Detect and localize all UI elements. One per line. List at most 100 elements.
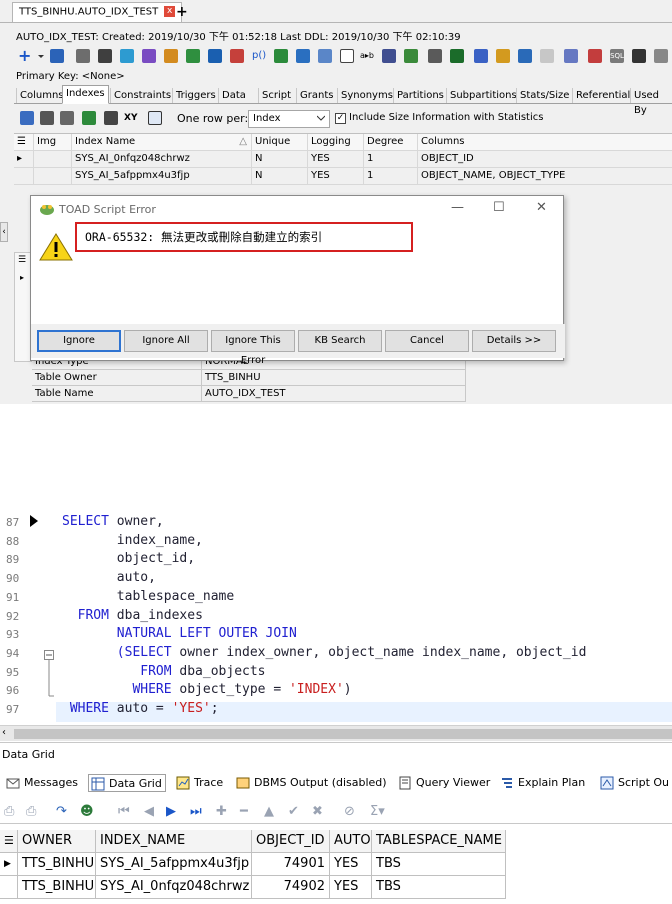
delete-record-icon[interactable]: ━ <box>240 804 248 819</box>
save-icon[interactable] <box>40 111 54 125</box>
window-icon[interactable] <box>632 49 646 63</box>
tools-icon[interactable] <box>428 49 442 63</box>
compile-icon[interactable] <box>142 49 156 63</box>
ignore-button[interactable]: Ignore <box>37 330 121 352</box>
users-icon[interactable]: ☻ <box>80 804 94 819</box>
tab-query-viewer[interactable]: Query Viewer <box>396 774 490 792</box>
funnel-icon[interactable] <box>404 49 418 63</box>
col-header-tablespace-name[interactable]: TABLESPACE_NAME <box>372 830 506 853</box>
close-icon[interactable]: ✕ <box>536 200 547 215</box>
filter-icon[interactable] <box>450 49 464 63</box>
tab-data[interactable]: Data <box>218 88 249 103</box>
first-record-icon[interactable]: ⏮ <box>118 804 130 819</box>
more-icon[interactable] <box>654 49 668 63</box>
col-header-img[interactable]: Img <box>34 134 72 151</box>
close-tab-icon[interactable]: x <box>164 6 176 17</box>
export-icon[interactable] <box>540 49 554 63</box>
table-row[interactable]: SYS_AI_5afppmx4u3fjp N YES 1 OBJECT_NAME… <box>14 168 672 185</box>
people-icon[interactable] <box>208 49 222 63</box>
script-icon[interactable] <box>60 111 74 125</box>
next-record-icon[interactable]: ▶ <box>166 804 176 819</box>
stats-icon[interactable] <box>104 111 118 125</box>
users-icon[interactable] <box>274 49 288 63</box>
scroll-left-icon[interactable]: ‹ <box>0 222 8 242</box>
tab-script[interactable]: Script <box>258 88 294 103</box>
rename-icon[interactable]: a▸b <box>360 49 374 63</box>
print-preview-icon[interactable]: ⎙ <box>26 804 36 819</box>
compare-icon[interactable] <box>518 49 532 63</box>
scrollbar-thumb[interactable] <box>14 729 672 739</box>
property-row[interactable]: Table Owner TTS_BINHU <box>32 370 466 386</box>
kb-search-button[interactable]: KB Search <box>298 330 382 352</box>
post-edit-icon[interactable]: ✔ <box>288 804 299 819</box>
refresh-icon[interactable] <box>230 49 244 63</box>
col-header-index-name[interactable]: INDEX_NAME <box>96 830 252 853</box>
tab-referential[interactable]: Referential <box>572 88 633 103</box>
tab-subpartitions[interactable]: Subpartitions <box>446 88 520 103</box>
database-icon[interactable] <box>296 49 310 63</box>
tab-synonyms[interactable]: Synonyms <box>337 88 396 103</box>
refresh-icon[interactable]: ↷ <box>56 804 67 819</box>
analyze-index-icon[interactable] <box>148 111 162 125</box>
tab-dbms-output[interactable]: DBMS Output (disabled) <box>234 774 387 792</box>
table-icon[interactable] <box>318 49 332 63</box>
tab-columns[interactable]: Columns <box>16 88 67 103</box>
col-header-logging[interactable]: Logging <box>308 134 364 151</box>
col-header-auto[interactable]: AUTO <box>330 830 372 853</box>
col-header-owner[interactable]: OWNER <box>18 830 96 853</box>
col-header-degree[interactable]: Degree <box>364 134 418 151</box>
col-header-columns[interactable]: Columns <box>418 134 672 151</box>
tab-used-by[interactable]: Used By <box>630 88 672 116</box>
chart-icon[interactable] <box>120 49 134 63</box>
ignore-this-error-button[interactable]: Ignore This Error <box>211 330 295 366</box>
monitor-icon[interactable] <box>564 49 578 63</box>
grid-menu-icon[interactable]: ☰ <box>18 255 26 265</box>
analyze-icon[interactable] <box>186 49 200 63</box>
include-size-checkbox[interactable]: ✓ <box>335 113 346 124</box>
rebuild-icon[interactable] <box>82 111 96 125</box>
sql-editor[interactable]: 87 SELECT owner, 88 index_name, 89 object_i… <box>0 510 672 724</box>
col-header-index-name[interactable]: Index Name △ <box>72 134 252 151</box>
add-tab-button[interactable]: + <box>176 4 188 20</box>
tab-grants[interactable]: Grants <box>296 88 336 103</box>
tab-partitions[interactable]: Partitions <box>393 88 447 103</box>
sql-icon[interactable]: SQL <box>610 49 624 63</box>
xy-icon[interactable]: XY <box>124 111 138 125</box>
ignore-all-button[interactable]: Ignore All <box>124 330 208 352</box>
scroll-left-icon[interactable]: ‹ <box>2 727 6 738</box>
table-row[interactable]: ▸ SYS_AI_0nfqz048chrwz N YES 1 OBJECT_ID <box>14 151 672 168</box>
editor-horizontal-scrollbar[interactable]: ‹ <box>0 725 672 741</box>
keyboard-icon[interactable] <box>382 49 396 63</box>
tab-constraints[interactable]: Constraints <box>110 88 174 103</box>
print-icon[interactable]: ⎙ <box>4 804 14 819</box>
maximize-icon[interactable]: ☐ <box>493 200 505 215</box>
minimize-icon[interactable]: — <box>451 200 464 215</box>
script-icon[interactable] <box>76 49 90 63</box>
cancel-edit-icon[interactable]: ✖ <box>312 804 323 819</box>
tab-script-output[interactable]: Script Ou <box>598 774 669 792</box>
add-icon[interactable]: + <box>18 48 32 64</box>
grid-menu-icon[interactable]: ☰ <box>14 134 34 151</box>
tab-data-grid[interactable]: Data Grid <box>88 774 166 792</box>
graph-icon[interactable] <box>496 49 510 63</box>
grid-menu-icon[interactable]: ☰ <box>0 830 18 853</box>
document-icon[interactable] <box>340 49 354 63</box>
filter-icon[interactable]: ⊘ <box>344 804 355 819</box>
col-header-object-id[interactable]: OBJECT_ID <box>252 830 330 853</box>
tab-trace[interactable]: Trace <box>174 774 223 792</box>
sum-icon[interactable]: Σ▾ <box>370 804 385 819</box>
cancel-button[interactable]: Cancel <box>385 330 469 352</box>
pi-icon[interactable]: p() <box>252 49 266 63</box>
tab-stats-size[interactable]: Stats/Size <box>516 88 572 103</box>
prior-record-icon[interactable]: ◀ <box>144 804 154 819</box>
details-button[interactable]: Details >> <box>472 330 556 352</box>
document-tab[interactable]: TTS_BINHU.AUTO_IDX_TEST x <box>12 2 183 22</box>
grid-icon[interactable] <box>50 49 64 63</box>
last-record-icon[interactable]: ⏭ <box>190 804 202 819</box>
col-header-unique[interactable]: Unique <box>252 134 308 151</box>
tab-messages[interactable]: Messages <box>4 774 78 792</box>
calculator-icon[interactable] <box>98 49 112 63</box>
tab-explain-plan[interactable]: Explain Plan <box>498 774 585 792</box>
insert-record-icon[interactable]: ✚ <box>216 804 227 819</box>
tab-triggers[interactable]: Triggers <box>172 88 219 103</box>
